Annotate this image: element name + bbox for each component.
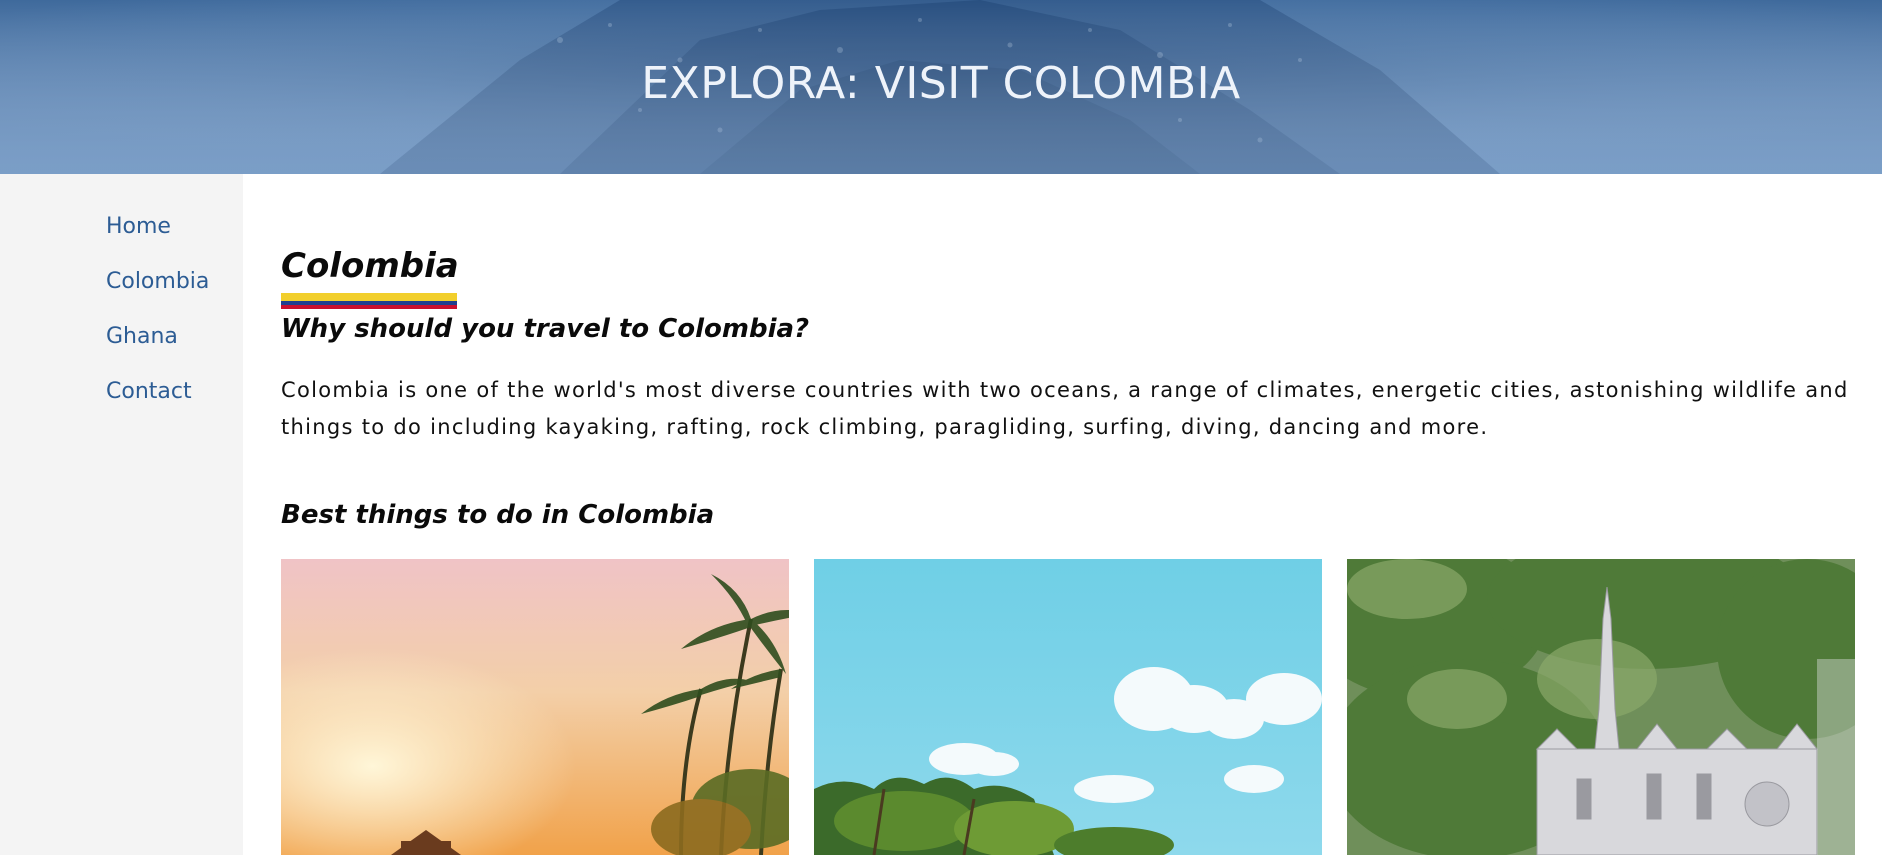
main-content: Colombia Why should you travel to Colomb… [243,174,1882,855]
nav-link-ghana[interactable]: Ghana [106,324,178,349]
intro-paragraph: Colombia is one of the world's most dive… [281,378,1849,439]
site-title: EXPLORA: VISIT COLOMBIA [641,58,1241,109]
header-banner: EXPLORA: VISIT COLOMBIA [0,0,1882,174]
things-to-do-heading: Best things to do in Colombia [281,500,715,530]
tropical-sky-beach-photo [814,559,1322,855]
sidebar-nav: Home Colombia Ghana Contact [0,174,243,855]
page-title: Colombia [281,246,459,286]
gallery-card-tropical-beach[interactable] [814,559,1322,855]
sunset-palm-beach-photo [281,559,789,855]
gallery-card-las-lajas[interactable] [1347,559,1855,855]
nav-link-contact[interactable]: Contact [106,379,192,404]
nav-link-home[interactable]: Home [106,214,171,239]
gallery-card-sunset-beach[interactable] [281,559,789,855]
las-lajas-sanctuary-photo [1347,559,1855,855]
nav-link-colombia[interactable]: Colombia [106,269,209,294]
section-subtitle: Why should you travel to Colombia? [281,314,810,344]
colombia-flag-underline [281,293,457,309]
